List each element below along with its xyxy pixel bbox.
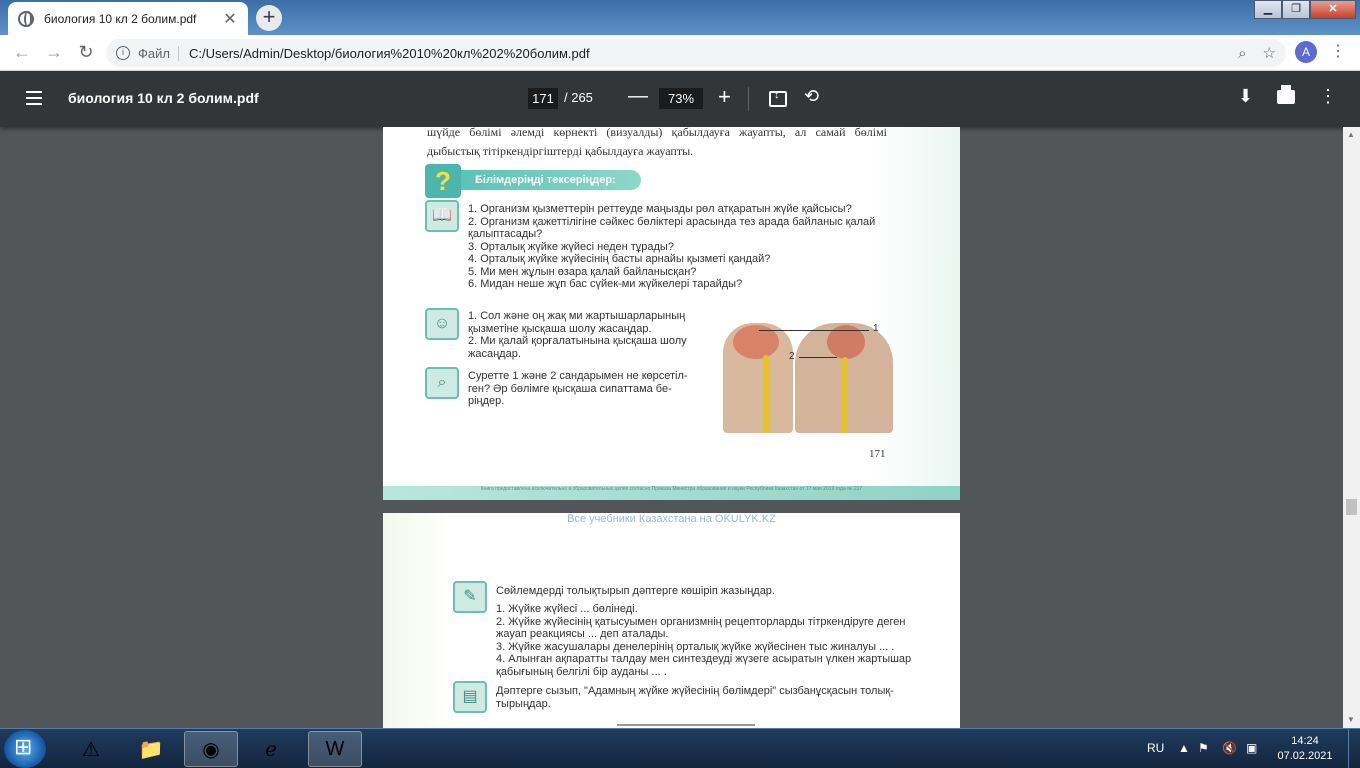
list-item: 3. Орталық жүйке жүйесі неден тұрады? [468,240,674,253]
action-center-icon[interactable]: ⚑ [1198,741,1209,755]
chrome-icon[interactable]: ◉ [184,731,238,767]
list-item: 6. Мидан неше жұп бас сүйек-ми жүйкелері… [468,278,743,290]
figure-label-1: 1 [873,323,879,334]
page-footer: Книга предоставлена исключительно в обра… [383,486,960,500]
spinal-cord-image [842,357,848,433]
address-bar: ← → ↻ i Файл C:/Users/Admin/Desktop/биол… [0,35,1360,71]
book-icon: 📖 [425,200,459,232]
zoom-input[interactable]: 73% [659,88,703,109]
page-decoration [383,513,453,728]
page-number: 171 [869,448,886,460]
word-icon[interactable]: W [308,731,362,767]
window-controls: ▁ ❐ ✕ [1254,0,1356,20]
scroll-down-icon[interactable]: ▼ [1347,715,1355,724]
list-item: 2. Организм қажеттілігіне сәйкес бөлікте… [468,215,876,241]
anatomy-figure: 1 2 [723,313,913,433]
exercise-list: 1. Жүйке жүйесі ... бөлінеді. 2. Жүйке ж… [496,603,921,678]
list-item: 1. Организм қызметтерін реттеуде маңызды… [468,203,852,215]
diagram-box-edge [617,724,755,726]
list-item: 1. Сол және оң жақ ми жартышарларының қы… [468,310,686,335]
section-banner: Білімдеріңді тексеріңдер: [461,170,641,190]
reload-icon[interactable]: ↻ [70,42,102,63]
internet-explorer-icon[interactable]: ℯ [244,731,298,767]
question-list: 1. Организм қызметтерін реттеуде маңызды… [468,203,898,291]
tab-strip: биология 10 кл 2 болим.pdf ✕ + ▁ ❐ ✕ [0,0,1360,35]
pdf-toolbar: биология 10 кл 2 болим.pdf 171 / 265 — 7… [0,71,1360,127]
avast-icon[interactable]: ⚠ [64,731,118,767]
list-item: 1. Жүйке жүйесі ... бөлінеді. [496,603,638,615]
download-icon[interactable]: ⬇ [1238,86,1253,107]
omnibox[interactable]: i Файл C:/Users/Admin/Desktop/биология%2… [106,39,1286,67]
bookmark-star-icon[interactable]: ☆ [1263,44,1276,62]
exercise-heading: Сөйлемдерді толықтырып дәптерге көшіріп … [496,585,775,597]
minimize-button[interactable]: ▁ [1254,0,1282,19]
list-item: 4. Орталық жүйке жүйесінің басты арнайы … [468,253,771,265]
page-total: / 265 [564,90,593,105]
menu-icon[interactable] [26,91,42,105]
browser-tab[interactable]: биология 10 кл 2 болим.pdf ✕ [8,2,248,35]
vertical-scrollbar[interactable]: ▲ ▼ [1343,127,1360,728]
file-explorer-icon[interactable]: 📁 [124,731,178,767]
start-button[interactable] [4,730,46,768]
figure-label-2: 2 [789,351,795,362]
rotate-icon[interactable]: ⟲ [804,86,819,107]
volume-icon[interactable]: 🔇 [1222,741,1237,755]
list-item: 3. Жүйке жасушалары денелерінің орталық … [496,640,895,653]
label-line [759,330,869,331]
scroll-thumb[interactable] [1346,499,1357,515]
zoom-in-icon[interactable]: + [718,84,731,110]
pen-icon: ✎ [453,581,487,613]
pdf-page-172: Все учебники Казахстана на OKULYK.KZ ✎ С… [383,513,960,728]
diagram-task: Дәптерге сызып, "Адамның жүйке жүйесінің… [496,685,894,710]
task-list: 1. Сол және оң жақ ми жартышарларының қы… [468,310,718,360]
back-icon[interactable]: ← [6,42,38,63]
fit-page-icon[interactable] [769,89,787,107]
pdf-page-171: шүйде бөлімі әлемді көрнекті (визуалды) … [383,127,960,500]
toolbar-divider [748,87,749,111]
intro-paragraph: шүйде бөлімі әлемді көрнекті (визуалды) … [427,127,887,158]
forward-icon[interactable]: → [38,42,70,63]
pdf-viewer[interactable]: шүйде бөлімі әлемді көрнекті (визуалды) … [0,127,1360,728]
pdf-title: биология 10 кл 2 болим.pdf [68,90,259,106]
watermark: Все учебники Казахстана на OKULYK.KZ [567,513,776,525]
scheme-label: Файл [138,45,179,61]
clock-time: 14:24 [1291,735,1319,747]
info-icon[interactable]: i [116,46,130,60]
clock-date: 07.02.2021 [1277,750,1333,762]
list-item: 5. Ми мен жұлын өзара қалай байланысқан? [468,265,697,278]
zoom-icon[interactable]: ⌕ [1238,45,1246,62]
notebook-icon: ▤ [453,681,487,713]
scroll-up-icon[interactable]: ▲ [1347,130,1355,139]
globe-icon [18,10,34,27]
list-item: 2. Жүйке жүйесінің қатысуымен организмні… [496,615,906,641]
label-line [799,357,837,358]
head-gear-icon: ☺ [425,308,459,340]
maximize-button[interactable]: ❐ [1282,0,1310,19]
pdf-more-icon[interactable]: ⋮ [1319,86,1337,107]
page-number-input[interactable]: 171 [528,88,558,109]
print-icon[interactable] [1277,85,1295,104]
language-indicator[interactable]: RU [1147,741,1164,755]
zoom-out-icon[interactable]: — [628,85,648,108]
list-item: 4. Алынған ақпаратты талдау мен синтезде… [496,653,912,678]
figure-task: Суретте 1 және 2 сандарымен не көрсетіл-… [468,370,688,407]
close-window-button[interactable]: ✕ [1310,0,1356,19]
list-item: 2. Ми қалай қорғалатынына қысқаша шолу ж… [468,335,687,360]
show-desktop-button[interactable] [1348,729,1360,768]
tab-close-icon[interactable]: ✕ [222,9,238,29]
question-mark-icon: ? [425,164,461,198]
windows-taskbar: ⚠ 📁 ◉ ℯ W RU ▲ ⚑ 🔇 ▣ 14:24 07.02.2021 [0,728,1360,768]
browser-menu-icon[interactable]: ⋮ [1330,41,1346,61]
new-tab-button[interactable]: + [256,5,282,31]
tray-expand-icon[interactable]: ▲ [1178,741,1190,755]
url-text[interactable]: C:/Users/Admin/Desktop/биология%2010%20к… [189,46,1222,61]
tab-title: биология 10 кл 2 болим.pdf [44,11,197,26]
magnifier-icon: ⌕ [425,367,459,399]
taskbar-clock[interactable]: 14:24 07.02.2021 [1270,734,1340,764]
network-icon[interactable]: ▣ [1246,741,1257,755]
spinal-cord-image [763,355,769,433]
profile-avatar[interactable]: A [1295,41,1317,63]
